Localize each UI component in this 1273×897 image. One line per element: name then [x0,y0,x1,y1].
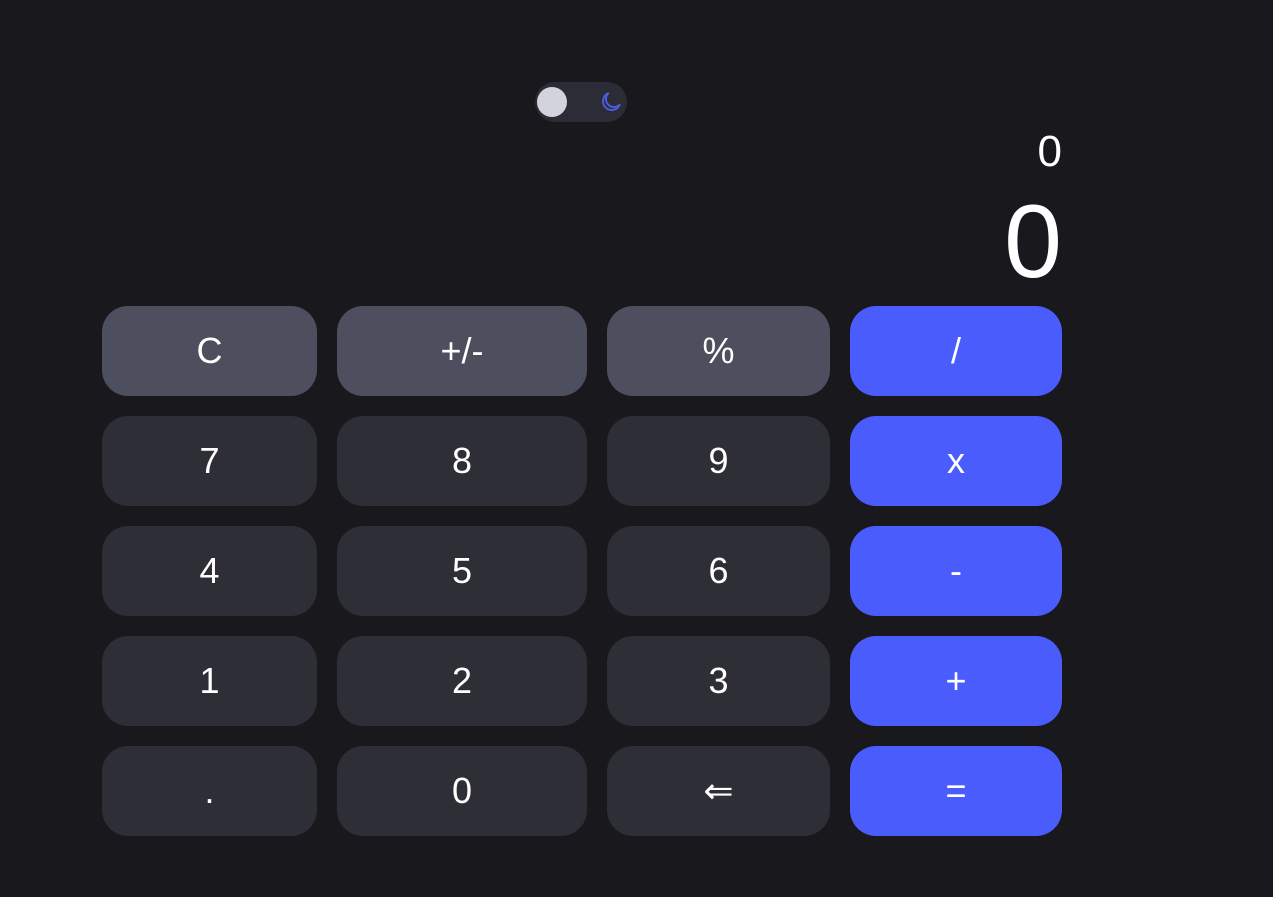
digit-9-button[interactable]: 9 [607,416,830,506]
digit-1-button[interactable]: 1 [102,636,317,726]
keypad: C +/- % / 7 8 9 x 4 5 6 - 1 2 3 + . 0 ⇐ … [102,306,1062,836]
digit-3-button[interactable]: 3 [607,636,830,726]
moon-icon [602,92,621,111]
theme-toggle[interactable] [535,82,627,122]
equals-button[interactable]: = [850,746,1062,836]
digit-8-button[interactable]: 8 [337,416,587,506]
digit-5-button[interactable]: 5 [337,526,587,616]
backspace-button[interactable]: ⇐ [607,746,830,836]
toggle-knob[interactable] [537,87,567,117]
subtract-button[interactable]: - [850,526,1062,616]
negate-button[interactable]: +/- [337,306,587,396]
divide-button[interactable]: / [850,306,1062,396]
add-button[interactable]: + [850,636,1062,726]
previous-value-display: 0 [1037,127,1062,176]
decimal-button[interactable]: . [102,746,317,836]
digit-7-button[interactable]: 7 [102,416,317,506]
current-value-display: 0 [1004,184,1062,300]
percent-button[interactable]: % [607,306,830,396]
digit-4-button[interactable]: 4 [102,526,317,616]
digit-0-button[interactable]: 0 [337,746,587,836]
clear-button[interactable]: C [102,306,317,396]
digit-6-button[interactable]: 6 [607,526,830,616]
multiply-button[interactable]: x [850,416,1062,506]
digit-2-button[interactable]: 2 [337,636,587,726]
